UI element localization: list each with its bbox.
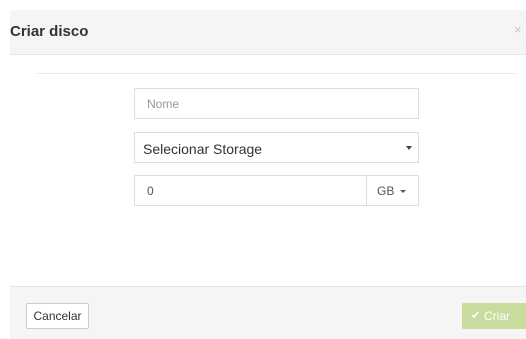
size-input[interactable]: 0 bbox=[147, 184, 154, 198]
dialog-footer: Cancelar ✔ Criar bbox=[10, 286, 526, 339]
close-icon[interactable]: × bbox=[514, 22, 526, 38]
dialog-title: Criar disco bbox=[10, 23, 89, 40]
name-input[interactable] bbox=[134, 88, 419, 119]
unit-label: GB bbox=[377, 184, 395, 198]
caret-down-icon bbox=[400, 190, 406, 193]
create-disk-dialog: Criar disco × Selecionar Storage 0 GB Ca… bbox=[10, 10, 526, 339]
divider bbox=[37, 73, 516, 74]
unit-dropdown-button[interactable]: GB bbox=[366, 176, 418, 205]
create-button-label: Criar bbox=[484, 309, 510, 323]
storage-select-value: Selecionar Storage bbox=[143, 141, 263, 157]
dialog-header: Criar disco × bbox=[10, 10, 526, 55]
cancel-button[interactable]: Cancelar bbox=[26, 303, 89, 329]
chevron-down-icon bbox=[406, 146, 412, 150]
storage-select[interactable]: Selecionar Storage bbox=[134, 132, 419, 163]
check-icon: ✔ bbox=[471, 310, 481, 322]
create-button[interactable]: ✔ Criar bbox=[462, 303, 526, 329]
size-input-group: 0 GB bbox=[134, 175, 419, 206]
